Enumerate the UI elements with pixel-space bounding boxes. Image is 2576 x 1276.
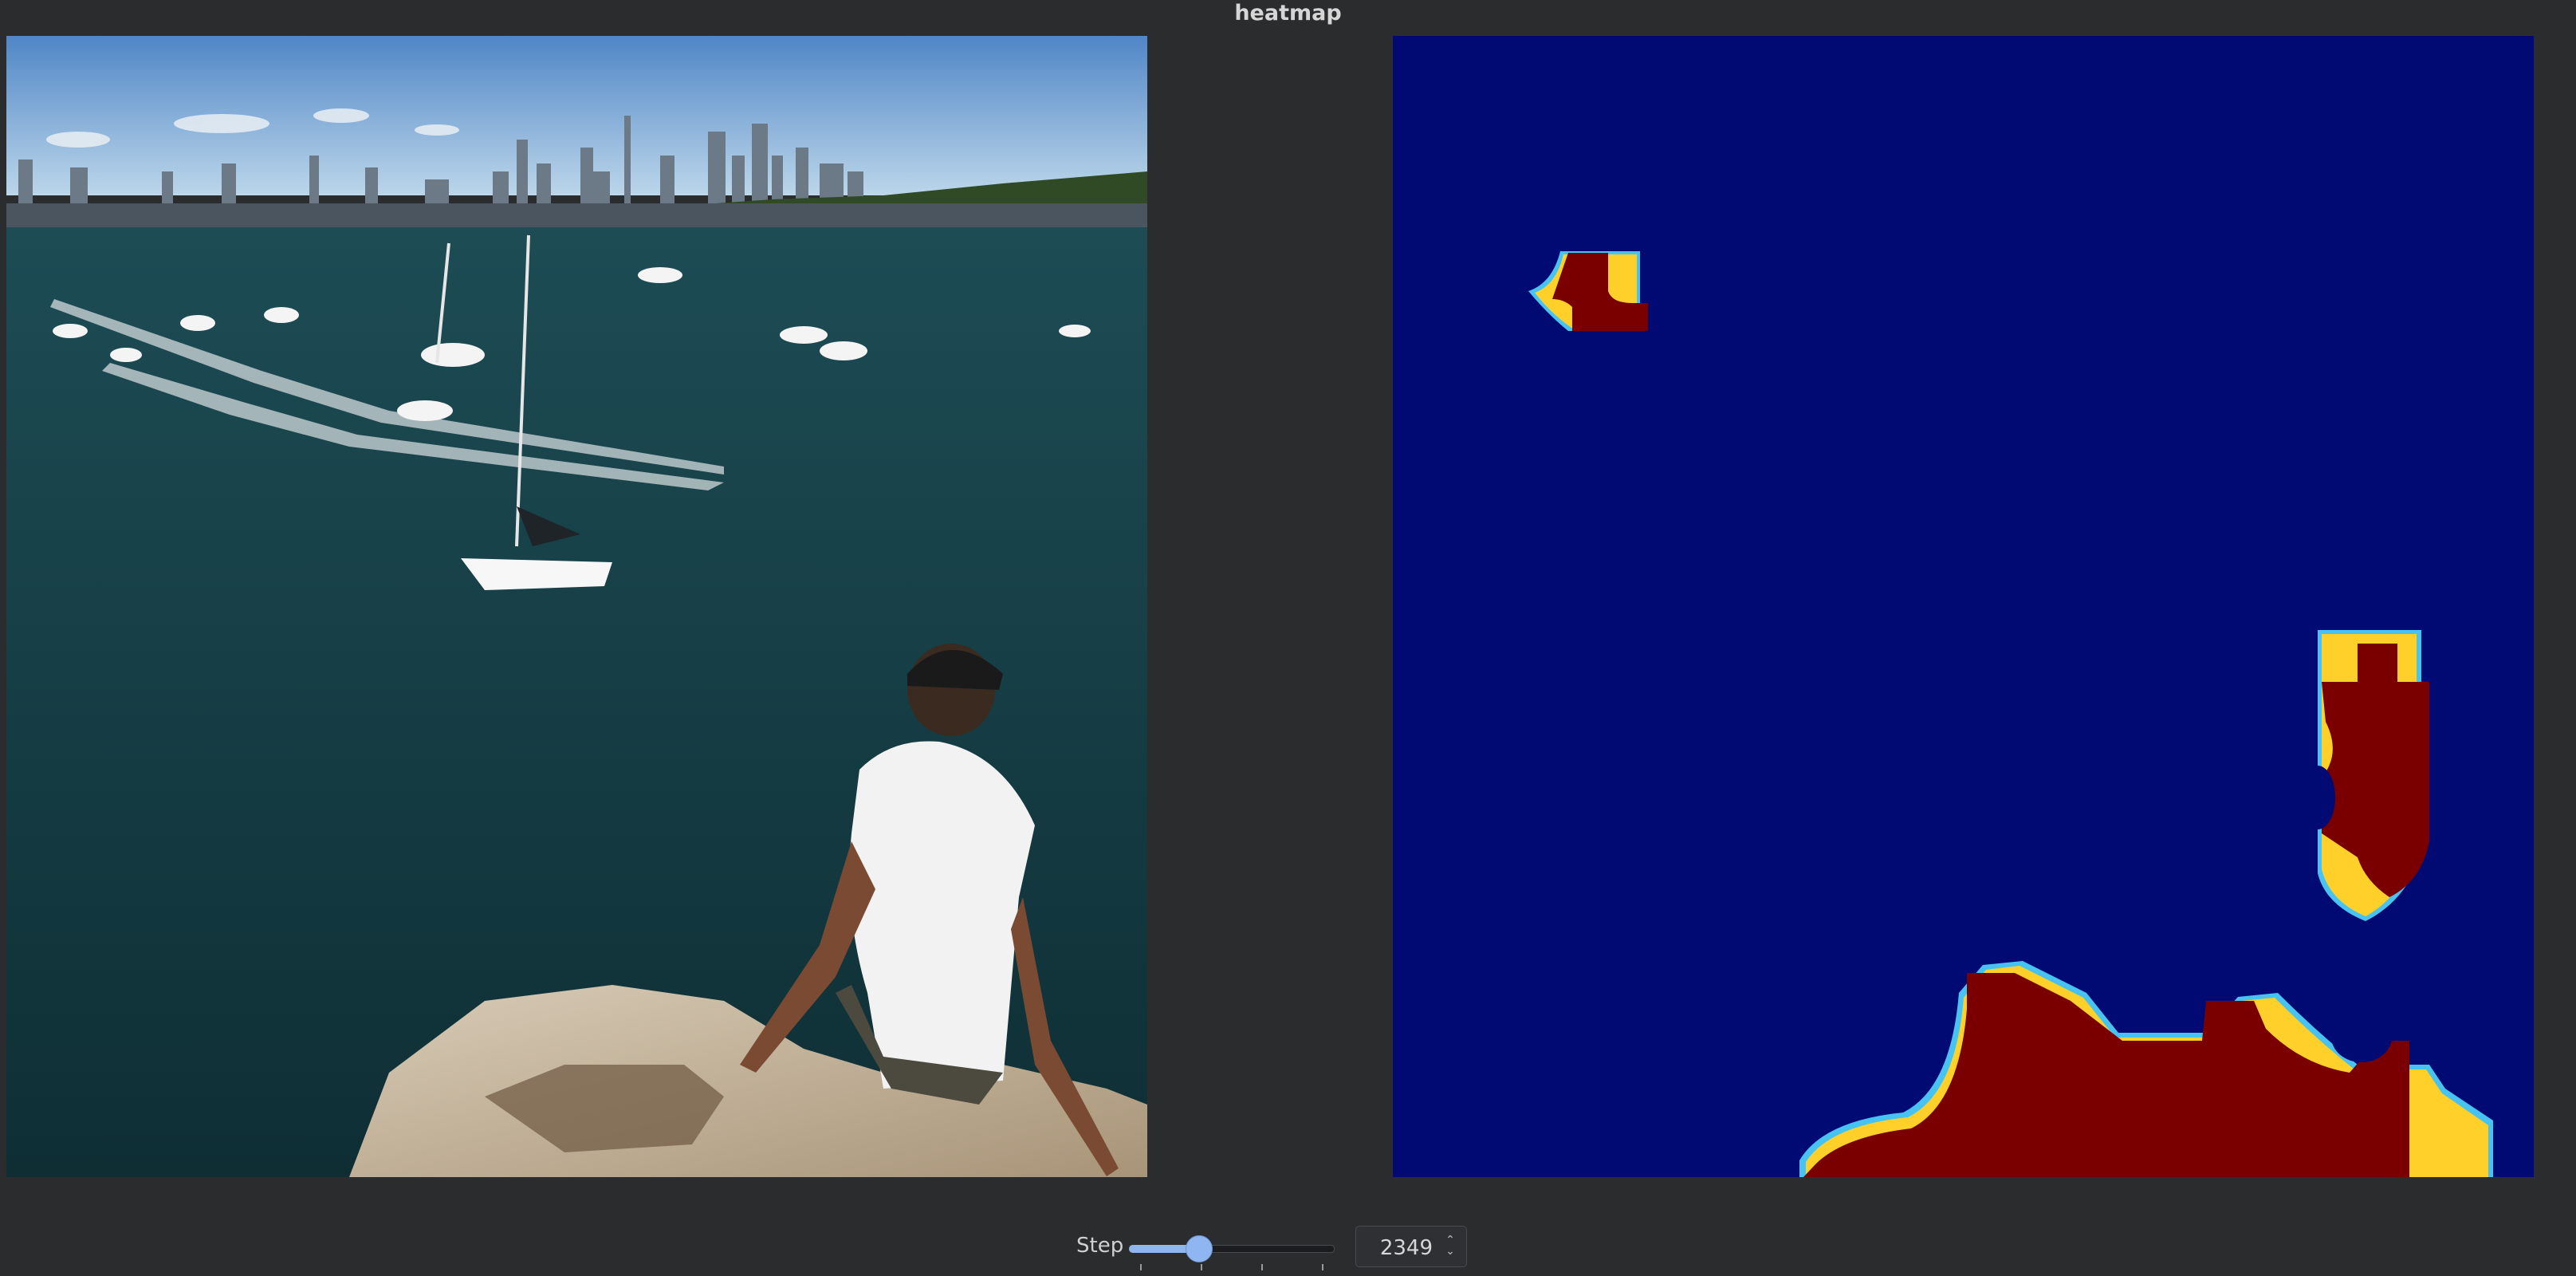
slider-tick (1261, 1264, 1263, 1270)
source-image (6, 36, 1147, 1177)
slider-handle[interactable] (1186, 1235, 1213, 1262)
slider-tick (1201, 1264, 1202, 1270)
photo-scene (6, 36, 1147, 1177)
step-label: Step (1076, 1234, 1124, 1258)
heatmap-image (1393, 36, 2534, 1177)
controls-bar: Step 2349 ⌃ ⌄ (0, 1224, 2576, 1272)
slider-tick (1140, 1264, 1142, 1270)
step-spinbox[interactable]: 2349 ⌃ ⌄ (1355, 1226, 1467, 1267)
step-slider[interactable] (1129, 1231, 1335, 1270)
spin-arrows-icon[interactable]: ⌃ ⌄ (1442, 1235, 1458, 1260)
slider-tick (1322, 1264, 1323, 1270)
heatmap-canvas (1393, 36, 2534, 1177)
step-value[interactable]: 2349 (1380, 1236, 1433, 1260)
window-title: heatmap (1234, 1, 1342, 26)
heatmap-window: heatmap Step 2349 ⌃ ⌄ (0, 0, 2576, 1276)
